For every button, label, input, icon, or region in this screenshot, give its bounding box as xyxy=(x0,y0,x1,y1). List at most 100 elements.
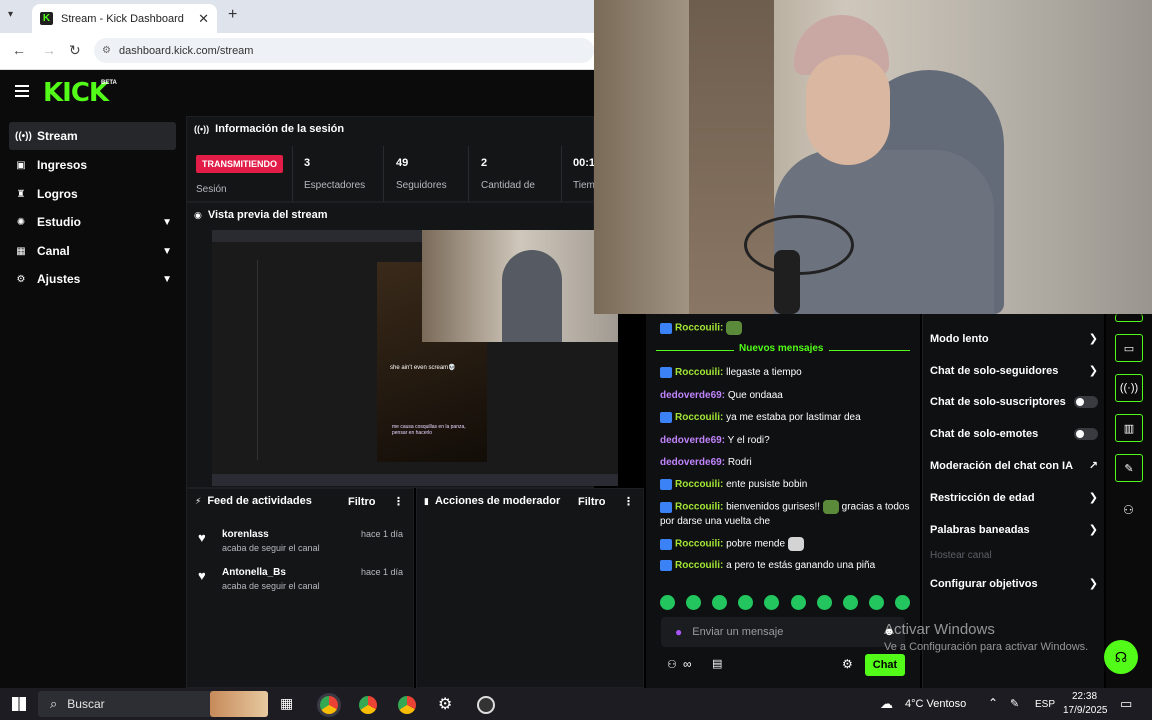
right-rail xyxy=(1106,314,1152,688)
chat-username[interactable]: Roccouili: xyxy=(675,367,723,378)
weather-icon: ☁ xyxy=(880,696,893,711)
back-icon[interactable]: ← xyxy=(12,42,26,58)
subscribers-only-toggle[interactable] xyxy=(1074,396,1098,408)
send-chat-button[interactable]: Chat xyxy=(865,654,905,676)
stat-viewers-value: 3 xyxy=(304,157,311,169)
menu-icon[interactable] xyxy=(15,85,29,97)
sidebar-item-logros[interactable]: ♜ Logros xyxy=(9,180,176,208)
kick-logo[interactable]: KICK xyxy=(43,78,109,108)
chat-username[interactable]: Roccouili: xyxy=(675,539,723,550)
chat-settings-icon[interactable]: ⚙ xyxy=(842,657,853,671)
setting-age-restriction[interactable]: Restricción de edad ❯ xyxy=(930,491,1098,505)
sidebar-item-ajustes[interactable]: ⚙ Ajustes ▼ xyxy=(9,265,176,293)
site-info-icon[interactable]: ⚙ xyxy=(102,45,111,56)
obs-icon[interactable] xyxy=(477,696,495,714)
external-link-icon: ↗ xyxy=(1088,460,1098,472)
chrome-icon[interactable] xyxy=(320,696,338,714)
divider xyxy=(383,146,384,202)
setting-ai-moderation[interactable]: Moderación del chat con IA ↗ xyxy=(930,459,1098,473)
emote-icon[interactable] xyxy=(816,595,832,610)
broadcast-icon[interactable]: ((·)) xyxy=(1115,374,1143,402)
settings-gear-icon[interactable]: ⚙ xyxy=(438,694,452,714)
chat-username[interactable]: dedoverde69: xyxy=(660,457,725,468)
chat-username[interactable]: Roccouili: xyxy=(675,412,723,423)
setting-banned-words[interactable]: Palabras baneadas ❯ xyxy=(930,523,1098,537)
reload-icon[interactable]: ↻ xyxy=(69,42,81,59)
activity-filter-button[interactable]: Filtro xyxy=(348,496,376,508)
notifications-icon[interactable]: ▭ xyxy=(1120,696,1132,712)
sidebar-item-ingresos[interactable]: ▣ Ingresos xyxy=(9,151,176,179)
sidebar-item-stream[interactable]: ((•)) Stream xyxy=(9,122,176,150)
emote-icon[interactable] xyxy=(764,595,780,610)
emote-icon[interactable] xyxy=(738,595,754,610)
help-chat-icon[interactable]: ☊ xyxy=(1104,640,1138,674)
layout-icon[interactable]: ▥ xyxy=(1115,414,1143,442)
stat-count-label: Cantidad de xyxy=(481,180,535,191)
wrench-icon[interactable]: ✎ xyxy=(1115,454,1143,482)
emote-icon[interactable] xyxy=(790,595,806,610)
emote-icon[interactable] xyxy=(894,595,910,610)
moderator-filter-button[interactable]: Filtro xyxy=(578,496,606,508)
chat-username[interactable]: Roccouili: xyxy=(675,479,723,490)
tray-chevron-up-icon[interactable]: ⌃ xyxy=(988,696,998,710)
chat-text: ente pusiste bobin xyxy=(726,479,808,490)
emote-icon[interactable] xyxy=(686,595,702,610)
activity-user[interactable]: korenlass xyxy=(222,529,269,540)
rail-button-top[interactable] xyxy=(1115,314,1143,322)
sidebar-item-canal[interactable]: ▦ Canal ▼ xyxy=(9,237,176,265)
forward-icon[interactable]: → xyxy=(42,42,56,58)
store-icon[interactable]: ▤ xyxy=(712,657,722,670)
setting-emotes-only[interactable]: Chat de solo-emotes xyxy=(930,428,1098,440)
chat-message: Roccouili: pobre mende xyxy=(660,537,910,552)
tab-search-icon[interactable]: ▾ xyxy=(8,9,13,20)
divider xyxy=(561,146,562,202)
shield-icon: ▮ xyxy=(424,495,429,506)
emote-icon[interactable] xyxy=(842,595,858,610)
address-input[interactable]: ⚙ dashboard.kick.com/stream xyxy=(94,38,594,63)
chrome-profile-2-icon[interactable] xyxy=(398,696,416,714)
chat-username[interactable]: Roccouili: xyxy=(675,323,723,334)
trophy-icon: ♜ xyxy=(16,188,26,200)
chat-input[interactable]: ● Enviar un mensaje ☻ xyxy=(661,617,905,647)
clock-time[interactable]: 22:38 xyxy=(1072,691,1097,702)
language-indicator[interactable]: ESP xyxy=(1035,699,1055,710)
clock-date[interactable]: 17/9/2025 xyxy=(1063,705,1108,716)
sidebar-item-estudio[interactable]: ✺ Estudio ▼ xyxy=(9,208,176,236)
users-icon[interactable]: ⚇ xyxy=(1123,503,1134,517)
chat-icon[interactable]: ▭ xyxy=(1115,334,1143,362)
setting-slow-mode[interactable]: Modo lento ❯ xyxy=(930,332,1098,346)
setting-host-channel: Hostear canal xyxy=(930,550,1098,561)
emote-icon[interactable] xyxy=(868,595,884,610)
mic-icon[interactable]: ● xyxy=(675,625,682,639)
activity-user[interactable]: Antonella_Bs xyxy=(222,567,286,578)
heart-icon: ♥ xyxy=(198,530,206,545)
task-view-icon[interactable]: ▦ xyxy=(280,695,293,712)
stat-time-value: 00:1 xyxy=(573,157,596,169)
emote-icon[interactable] xyxy=(660,595,675,610)
chat-message: Roccouili: ya me estaba por lastimar dea xyxy=(660,411,910,425)
chat-username[interactable]: dedoverde69: xyxy=(660,435,725,446)
chat-username[interactable]: dedoverde69: xyxy=(660,390,725,401)
setting-label: Moderación del chat con IA xyxy=(930,459,1074,472)
new-tab-icon[interactable]: + xyxy=(228,6,237,24)
chat-username[interactable]: Roccouili: xyxy=(675,560,723,571)
setting-goals[interactable]: Configurar objetivos ❯ xyxy=(930,577,1098,591)
infinity-icon[interactable]: ∞ xyxy=(683,657,692,671)
tab-close-icon[interactable]: ✕ xyxy=(198,11,209,27)
chrome-profile-icon[interactable] xyxy=(359,696,377,714)
chat-username[interactable]: Roccouili: xyxy=(675,502,723,513)
stream-preview-video[interactable]: she ain't even scream💀 me causa cosquill… xyxy=(212,230,618,486)
more-icon[interactable]: ⋮ xyxy=(623,495,634,508)
users-icon[interactable]: ⚇ xyxy=(667,658,677,671)
emotes-only-toggle[interactable] xyxy=(1074,428,1098,440)
taskbar-search[interactable]: ⌕ Buscar xyxy=(38,691,268,717)
weather-text[interactable]: 4°C Ventoso xyxy=(905,698,966,710)
emote-icon[interactable] xyxy=(712,595,728,610)
more-icon[interactable]: ⋮ xyxy=(393,495,404,508)
browser-tab[interactable]: K Stream - Kick Dashboard ✕ xyxy=(32,4,217,33)
chat-message: dedoverde69: Que ondaaa xyxy=(660,389,910,403)
setting-subscribers-only[interactable]: Chat de solo-suscriptores xyxy=(930,396,1098,408)
windows-start-icon[interactable] xyxy=(12,697,26,711)
setting-followers-only[interactable]: Chat de solo-seguidores ❯ xyxy=(930,364,1098,378)
pen-icon[interactable]: ✎ xyxy=(1010,697,1019,710)
